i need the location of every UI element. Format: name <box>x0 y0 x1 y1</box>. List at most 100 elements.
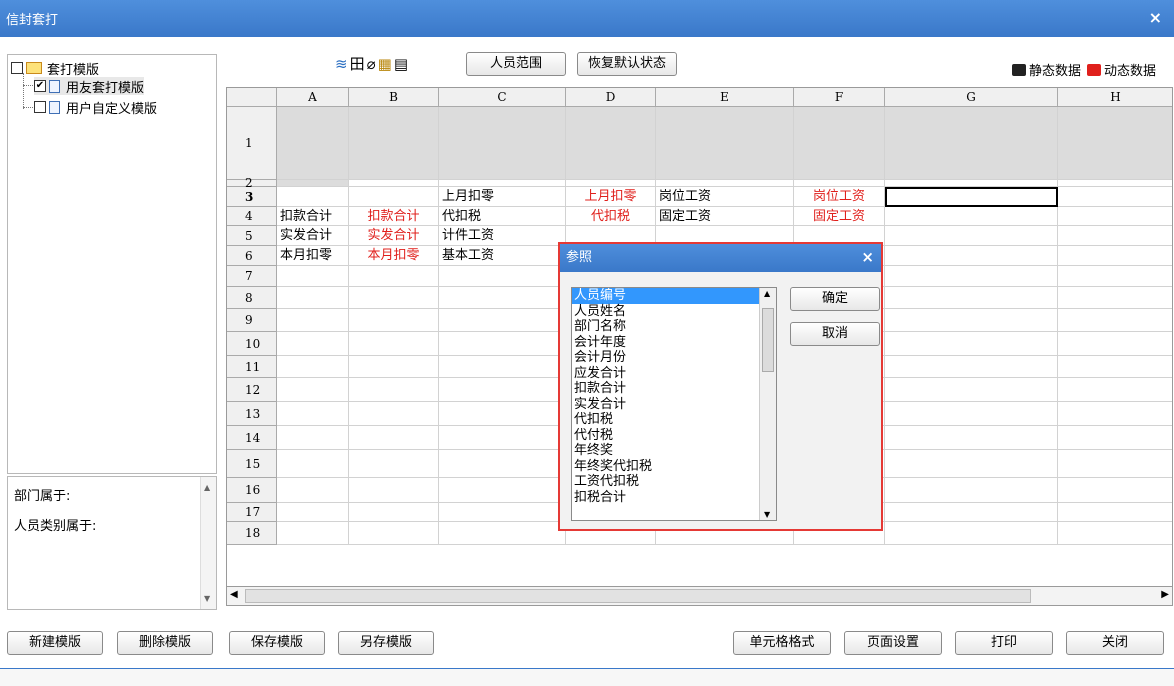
cell-b18[interactable] <box>349 522 439 545</box>
row-header-13[interactable]: 13 <box>227 402 277 426</box>
cell-c4[interactable]: 代扣税 <box>439 207 566 226</box>
list-item[interactable]: 会计年度 <box>572 335 776 351</box>
cell-h5[interactable] <box>1058 226 1172 246</box>
row-header-6[interactable]: 6 <box>227 246 277 266</box>
cell-format-button[interactable]: 单元格格式 <box>733 631 831 655</box>
close-icon[interactable]: × <box>1149 8 1162 27</box>
row-header-15[interactable]: 15 <box>227 450 277 478</box>
row-header-16[interactable]: 16 <box>227 478 277 503</box>
cell-h9[interactable] <box>1058 309 1172 332</box>
restore-default-button[interactable]: 恢复默认状态 <box>577 52 677 76</box>
cell-f1[interactable] <box>794 107 885 180</box>
cell-e3[interactable]: 岗位工资 <box>656 187 794 207</box>
cell-c12[interactable] <box>439 378 566 402</box>
cell-a12[interactable] <box>277 378 349 402</box>
cell-h3[interactable] <box>1058 187 1172 207</box>
row-header-10[interactable]: 10 <box>227 332 277 356</box>
list-item[interactable]: 年终奖代扣税 <box>572 459 776 475</box>
cell-g15[interactable] <box>885 450 1058 478</box>
cell-g7[interactable] <box>885 266 1058 287</box>
cell-g3[interactable] <box>885 187 1058 207</box>
cell-c7[interactable] <box>439 266 566 287</box>
cell-a3[interactable] <box>277 187 349 207</box>
cell-h2[interactable] <box>1058 180 1172 187</box>
row-header-14[interactable]: 14 <box>227 426 277 450</box>
cell-a15[interactable] <box>277 450 349 478</box>
eraser-icon[interactable]: ⌀ <box>367 55 377 73</box>
cell-a6[interactable]: 本月扣零 <box>277 246 349 266</box>
print-button[interactable]: 打印 <box>955 631 1053 655</box>
cell-g16[interactable] <box>885 478 1058 503</box>
select-all-corner[interactable] <box>227 88 277 107</box>
field-listbox[interactable]: ▲ ▼ 人员编号 人员姓名 部门名称 会计年度 会计月份 应发合计 扣款合计 实发合计 代扣税代… <box>571 287 777 521</box>
cell-b17[interactable] <box>349 503 439 522</box>
cell-g5[interactable] <box>885 226 1058 246</box>
list-item[interactable]: 工资代扣税 <box>572 474 776 490</box>
scroll-up-icon[interactable]: ▲ <box>764 289 770 298</box>
cell-h14[interactable] <box>1058 426 1172 450</box>
cell-c11[interactable] <box>439 356 566 378</box>
cell-c15[interactable] <box>439 450 566 478</box>
column-header-f[interactable]: F <box>794 88 885 107</box>
list-item[interactable]: 会计月份 <box>572 350 776 366</box>
cell-c13[interactable] <box>439 402 566 426</box>
cell-b4[interactable]: 扣款合计 <box>349 207 439 226</box>
cell-a9[interactable] <box>277 309 349 332</box>
cell-a10[interactable] <box>277 332 349 356</box>
cell-a18[interactable] <box>277 522 349 545</box>
cell-g13[interactable] <box>885 402 1058 426</box>
cell-b11[interactable] <box>349 356 439 378</box>
cell-g9[interactable] <box>885 309 1058 332</box>
cell-b14[interactable] <box>349 426 439 450</box>
border-grid-icon[interactable]: 田 <box>350 53 366 74</box>
cell-f2[interactable] <box>794 180 885 187</box>
cell-c1[interactable] <box>439 107 566 180</box>
row-header-17[interactable]: 17 <box>227 503 277 522</box>
cell-f3[interactable]: 岗位工资 <box>794 187 885 207</box>
list-item[interactable]: 代扣税 <box>572 412 776 428</box>
cell-b5[interactable]: 实发合计 <box>349 226 439 246</box>
row-header-7[interactable]: 7 <box>227 266 277 287</box>
horizontal-scrollbar[interactable]: ◀ ▶ <box>226 587 1173 606</box>
row-header-9[interactable]: 9 <box>227 309 277 332</box>
cell-h8[interactable] <box>1058 287 1172 309</box>
row-header-4[interactable]: 4 <box>227 207 277 226</box>
cell-d1[interactable] <box>566 107 656 180</box>
delete-template-button[interactable]: 删除模版 <box>117 631 213 655</box>
merge-cells-icon[interactable]: ▦ <box>378 55 393 73</box>
column-header-c[interactable]: C <box>439 88 566 107</box>
column-header-g[interactable]: G <box>885 88 1058 107</box>
cell-g14[interactable] <box>885 426 1058 450</box>
row-header-8[interactable]: 8 <box>227 287 277 309</box>
cell-b12[interactable] <box>349 378 439 402</box>
cell-c14[interactable] <box>439 426 566 450</box>
tree-item-yonyou[interactable]: ✔ 用友套打模版 <box>34 77 145 96</box>
cell-b13[interactable] <box>349 402 439 426</box>
cell-b16[interactable] <box>349 478 439 503</box>
cell-h10[interactable] <box>1058 332 1172 356</box>
cell-d3[interactable]: 上月扣零 <box>566 187 656 207</box>
cell-h11[interactable] <box>1058 356 1172 378</box>
cell-d4[interactable]: 代扣税 <box>566 207 656 226</box>
new-template-button[interactable]: 新建模版 <box>7 631 103 655</box>
cell-b15[interactable] <box>349 450 439 478</box>
cell-b6[interactable]: 本月扣零 <box>349 246 439 266</box>
cell-h16[interactable] <box>1058 478 1172 503</box>
cell-b3[interactable] <box>349 187 439 207</box>
cell-a5[interactable]: 实发合计 <box>277 226 349 246</box>
cell-b7[interactable] <box>349 266 439 287</box>
list-item[interactable]: 应发合计 <box>572 366 776 382</box>
cell-c16[interactable] <box>439 478 566 503</box>
yonyou-checkbox[interactable]: ✔ <box>34 80 46 92</box>
cell-h1[interactable] <box>1058 107 1172 180</box>
cancel-button[interactable]: 取消 <box>790 322 880 346</box>
cell-b8[interactable] <box>349 287 439 309</box>
cell-b2[interactable] <box>349 180 439 187</box>
cell-g17[interactable] <box>885 503 1058 522</box>
cell-h15[interactable] <box>1058 450 1172 478</box>
column-header-d[interactable]: D <box>566 88 656 107</box>
row-header-2[interactable]: 2 <box>227 177 277 189</box>
cell-b1[interactable] <box>349 107 439 180</box>
column-header-h[interactable]: H <box>1058 88 1172 107</box>
close-button[interactable]: 关闭 <box>1066 631 1164 655</box>
